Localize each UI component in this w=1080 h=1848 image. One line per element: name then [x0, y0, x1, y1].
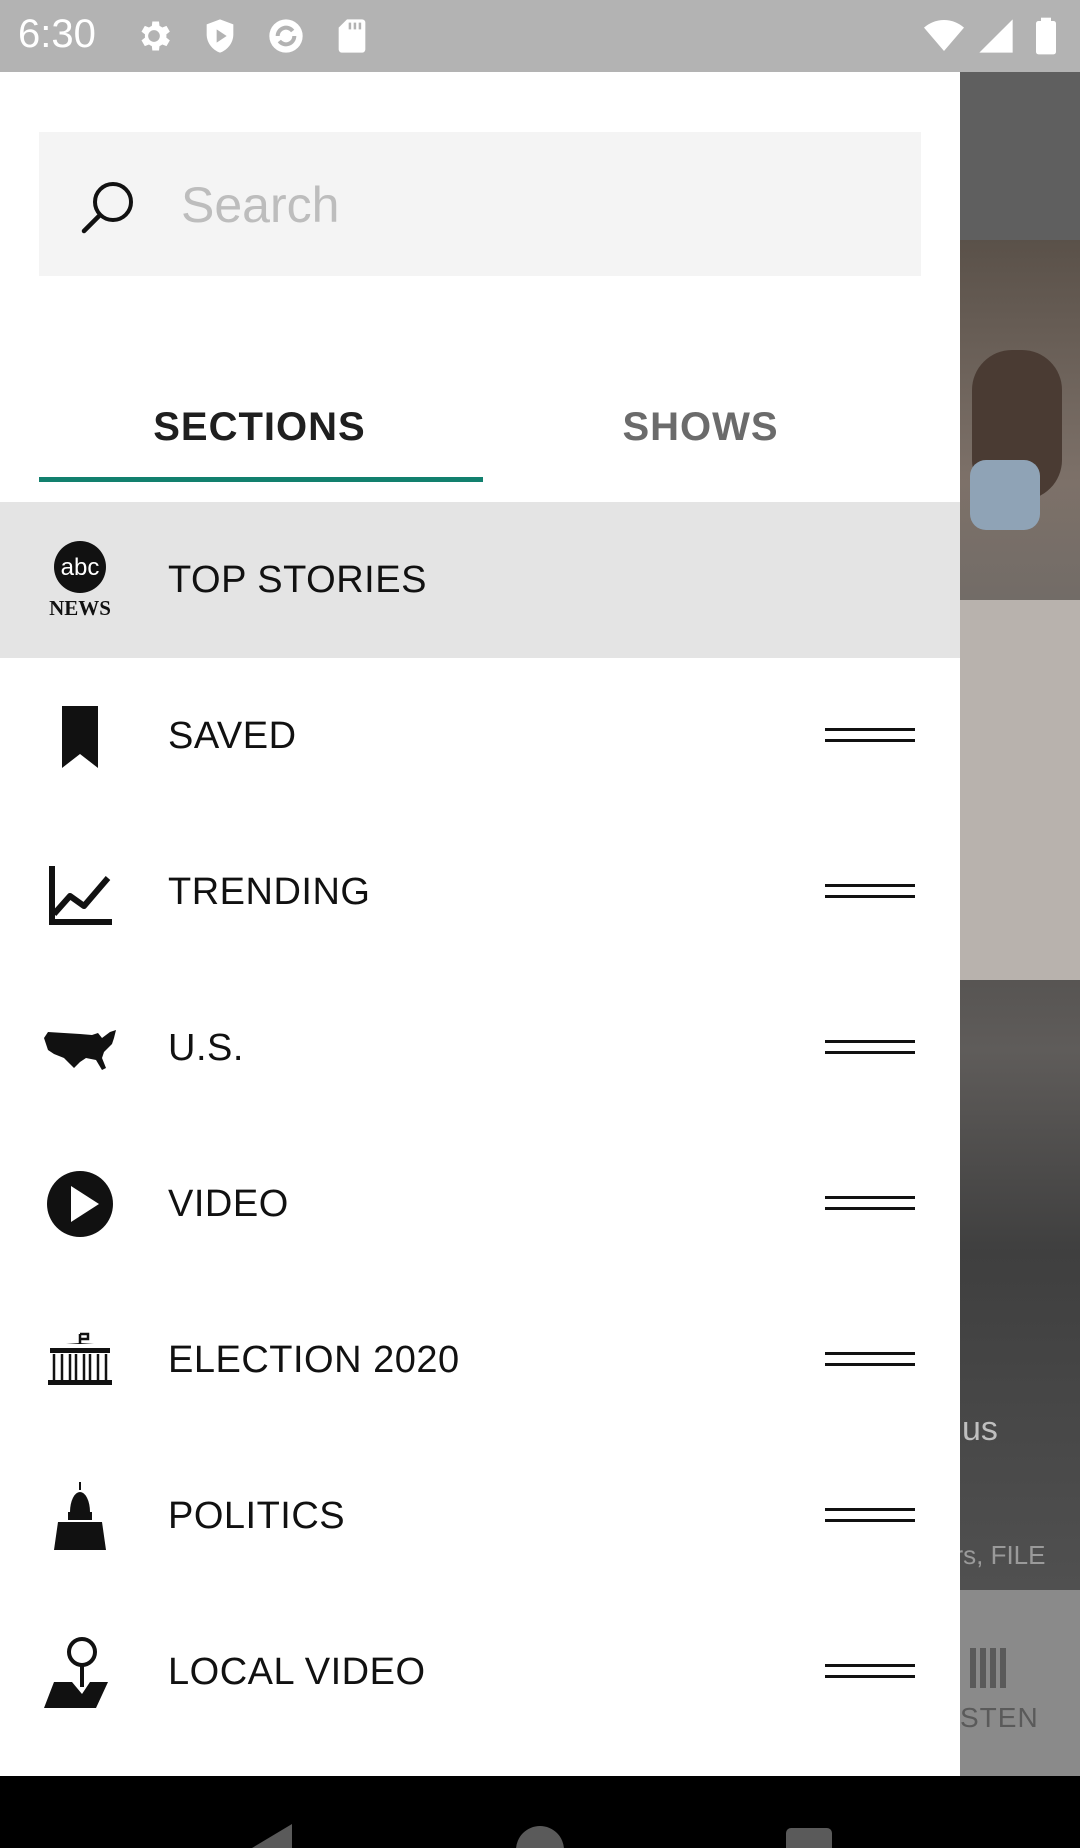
- equalizer-icon: [970, 1648, 1010, 1688]
- drag-handle-icon[interactable]: [825, 1194, 915, 1214]
- search-input[interactable]: [179, 168, 883, 242]
- section-item-election-2020[interactable]: ELECTION 2020: [0, 1282, 960, 1438]
- drag-handle-icon[interactable]: [825, 1038, 915, 1058]
- tab-sections[interactable]: SECTIONS: [39, 372, 480, 482]
- section-item-us[interactable]: U.S.: [0, 970, 960, 1126]
- navigation-drawer: SECTIONS SHOWS abc NEWS TOP STORIES SAVE…: [0, 72, 960, 1776]
- section-item-local-video[interactable]: LOCAL VIDEO: [0, 1594, 960, 1750]
- section-label: ELECTION 2020: [168, 1339, 460, 1381]
- background-tab-label: STEN: [960, 1702, 1039, 1733]
- tab-selected-indicator: [39, 477, 483, 482]
- white-house-icon: [40, 1320, 120, 1400]
- tab-bar: SECTIONS SHOWS: [39, 372, 921, 482]
- shield-icon: [200, 16, 240, 56]
- search-bar[interactable]: [39, 132, 921, 276]
- wifi-icon: [924, 16, 964, 56]
- status-bar: 6:30: [0, 0, 1080, 72]
- section-label: TOP STORIES: [168, 559, 427, 601]
- section-label: POLITICS: [168, 1495, 346, 1537]
- play-icon: [40, 1164, 120, 1244]
- system-nav-bar: [0, 1776, 1080, 1848]
- background-headline-fragment: us: [962, 1410, 998, 1448]
- recent-apps-icon[interactable]: [786, 1828, 832, 1848]
- drag-handle-icon[interactable]: [825, 726, 915, 746]
- drag-handle-icon[interactable]: [825, 1350, 915, 1370]
- section-label: VIDEO: [168, 1183, 289, 1225]
- abc-logo-text: abc: [61, 554, 100, 581]
- section-label: SAVED: [168, 715, 297, 757]
- battery-icon: [1026, 16, 1066, 56]
- home-icon[interactable]: [516, 1826, 564, 1848]
- background-tab-bar: STEN: [960, 1590, 1080, 1776]
- back-icon[interactable]: [242, 1824, 292, 1848]
- section-item-trending[interactable]: TRENDING: [0, 814, 960, 970]
- sd-card-icon: [332, 16, 372, 56]
- section-label: U.S.: [168, 1027, 244, 1069]
- cell-signal-icon: [976, 16, 1016, 56]
- map-pin-icon: [40, 1632, 120, 1712]
- background-header: [960, 72, 1080, 240]
- section-item-saved[interactable]: SAVED: [0, 658, 960, 814]
- abc-news-logo: abc NEWS: [40, 540, 120, 620]
- drag-handle-icon[interactable]: [825, 882, 915, 902]
- capitol-icon: [40, 1476, 120, 1556]
- section-item-top-stories[interactable]: abc NEWS TOP STORIES: [0, 502, 960, 658]
- section-item-politics[interactable]: POLITICS: [0, 1438, 960, 1594]
- section-label: LOCAL VIDEO: [168, 1651, 426, 1693]
- us-map-icon: [40, 1008, 120, 1088]
- sync-icon: [266, 16, 306, 56]
- trending-chart-icon: [40, 852, 120, 932]
- settings-icon: [134, 16, 174, 56]
- sections-list: abc NEWS TOP STORIES SAVED TRENDING U.S.…: [0, 502, 960, 1750]
- status-time: 6:30: [18, 12, 96, 56]
- background-photo: [960, 240, 1080, 1590]
- drag-handle-icon[interactable]: [825, 1506, 915, 1526]
- news-logo-text: NEWS: [49, 596, 111, 620]
- bookmark-icon: [40, 696, 120, 776]
- drag-handle-icon[interactable]: [825, 1662, 915, 1682]
- tab-shows[interactable]: SHOWS: [480, 372, 921, 482]
- section-label: TRENDING: [168, 871, 371, 913]
- search-icon: [79, 176, 139, 236]
- section-item-video[interactable]: VIDEO: [0, 1126, 960, 1282]
